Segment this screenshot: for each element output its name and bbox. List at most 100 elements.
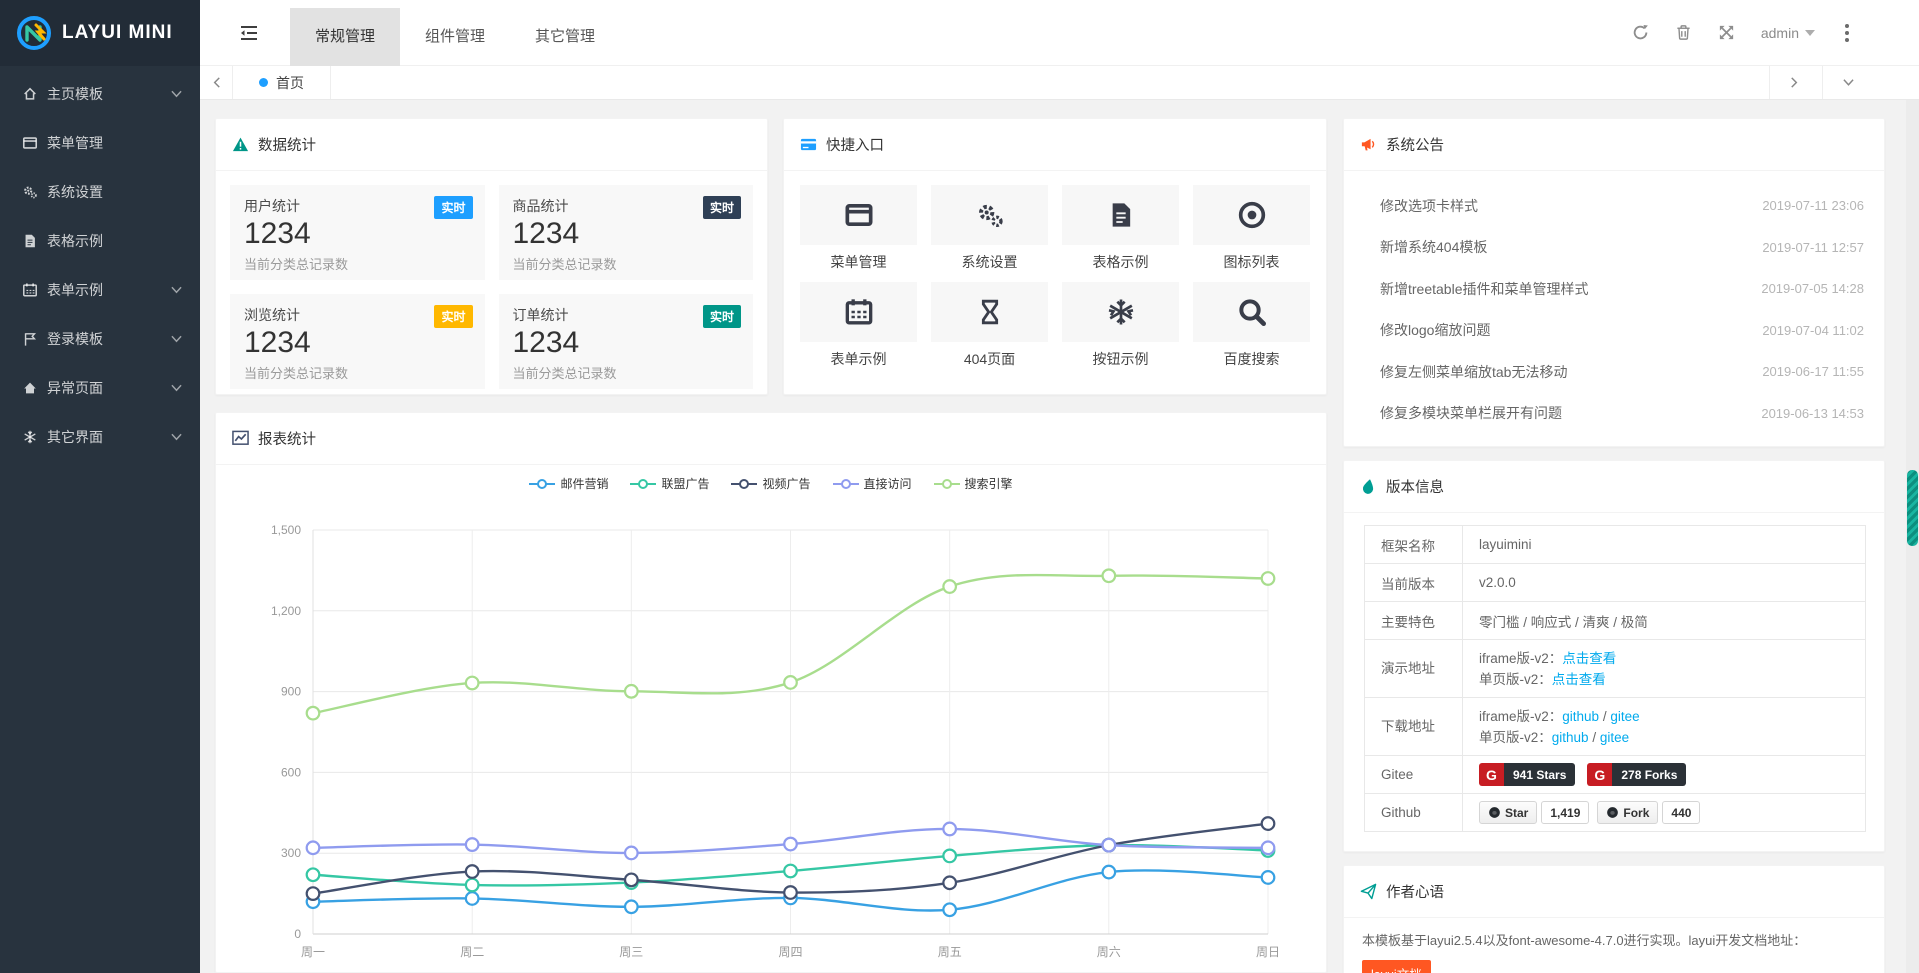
download-gitee-link[interactable]: gitee [1610, 709, 1639, 724]
chevron-right-icon [1789, 77, 1800, 88]
quick-entry-button-demo[interactable]: 按钮示例 [1062, 282, 1179, 369]
version-row-value: 零门槛 / 响应式 / 清爽 / 极简 [1463, 602, 1866, 640]
notice-text: 修复左侧菜单缩放tab无法移动 [1380, 362, 1762, 382]
gitee-forks-badge[interactable]: G278 Forks [1587, 763, 1686, 786]
panel-title: 数据统计 [258, 134, 316, 155]
stat-desc: 当前分类总记录数 [513, 363, 740, 382]
notice-item[interactable]: 修改logo缩放问题 2019-07-04 11:02 [1344, 310, 1884, 352]
nav-tab-other[interactable]: 其它管理 [510, 8, 620, 66]
legend-marker-icon [833, 478, 859, 490]
megaphone-icon [1360, 136, 1377, 153]
more-menu-icon[interactable] [1841, 20, 1853, 46]
gitee-stars-badge[interactable]: G941 Stars [1479, 763, 1575, 786]
sidebar-item-menu-manage[interactable]: 菜单管理 [0, 118, 200, 167]
quick-entry-form-demo[interactable]: 表单示例 [800, 282, 917, 369]
svg-text:周二: 周二 [460, 945, 484, 959]
svg-text:300: 300 [281, 846, 301, 860]
quick-entry-label: 表格示例 [1093, 252, 1149, 272]
version-row-label: 演示地址 [1365, 640, 1463, 698]
legend-item[interactable]: 邮件营销 [529, 475, 608, 492]
sidebar-item-label: 系统设置 [47, 182, 103, 202]
github-fork-button[interactable]: Fork [1597, 801, 1658, 824]
home-icon [22, 86, 38, 102]
notice-date: 2019-07-11 12:57 [1762, 240, 1864, 255]
notice-text: 修复多模块菜单栏展开有问题 [1380, 403, 1761, 423]
quick-entry-icon-list[interactable]: 图标列表 [1193, 185, 1310, 272]
panel-report-chart: 报表统计 邮件营销联盟广告视频广告直接访问搜索引擎 03006009001,20… [215, 412, 1327, 973]
sidebar-item-error-pages[interactable]: 异常页面 [0, 363, 200, 412]
demo-link-iframe[interactable]: 点击查看 [1562, 651, 1616, 666]
chevron-down-icon [171, 90, 182, 98]
tabs-scroll-right-button[interactable] [1769, 66, 1819, 99]
panel-title: 作者心语 [1386, 881, 1444, 902]
layui-doc-button[interactable]: layui文档 [1362, 960, 1431, 973]
refresh-icon[interactable] [1632, 24, 1649, 41]
github-star-button[interactable]: Star [1479, 801, 1537, 824]
tabs-menu-button[interactable] [1822, 66, 1874, 99]
window-icon [22, 135, 38, 151]
svg-text:900: 900 [281, 685, 301, 699]
collapse-menu-icon[interactable] [240, 25, 258, 41]
svg-text:1,200: 1,200 [271, 604, 301, 618]
quick-entry-menu-manage[interactable]: 菜单管理 [800, 185, 917, 272]
sidebar-item-table-demo[interactable]: 表格示例 [0, 216, 200, 265]
github-fork-count[interactable]: 440 [1662, 801, 1700, 824]
panel-data-stats: 数据统计 用户统计 1234 当前分类总记录数 实时 商品统计 1234 当前分… [215, 118, 768, 395]
github-star-count[interactable]: 1,419 [1541, 801, 1589, 824]
scrollbar-track[interactable] [1906, 100, 1919, 973]
scrollbar-thumb[interactable] [1907, 470, 1918, 546]
version-row-label: 当前版本 [1365, 564, 1463, 602]
panel-notice-header: 系统公告 [1344, 119, 1884, 171]
legend-item[interactable]: 搜索引擎 [934, 475, 1013, 492]
quick-entry-baidu-search[interactable]: 百度搜索 [1193, 282, 1310, 369]
panel-title: 版本信息 [1386, 476, 1444, 497]
quick-entry-system-settings[interactable]: 系统设置 [931, 185, 1048, 272]
legend-item[interactable]: 直接访问 [833, 475, 912, 492]
sidebar-item-other-ui[interactable]: 其它界面 [0, 412, 200, 461]
fullscreen-icon[interactable] [1718, 24, 1735, 41]
legend-label: 联盟广告 [661, 475, 709, 492]
download-github-link[interactable]: github [1552, 730, 1589, 745]
legend-marker-icon [731, 478, 757, 490]
chart-legend: 邮件营销 联盟广告 视频广告 直接访问 搜索引擎 [216, 475, 1326, 492]
trash-icon[interactable] [1675, 24, 1692, 41]
notice-date: 2019-06-17 11:55 [1762, 364, 1864, 379]
tab-home[interactable]: 首页 [233, 66, 331, 99]
demo-link-spa[interactable]: 点击查看 [1552, 672, 1606, 687]
svg-text:周三: 周三 [619, 945, 643, 959]
legend-item[interactable]: 视频广告 [731, 475, 810, 492]
svg-text:周五: 周五 [938, 945, 962, 959]
nav-tab-components[interactable]: 组件管理 [400, 8, 510, 66]
legend-item[interactable]: 联盟广告 [630, 475, 709, 492]
notice-item[interactable]: 修复多模块菜单栏展开有问题 2019-06-13 14:53 [1344, 393, 1884, 435]
chevron-down-icon [1843, 77, 1854, 88]
caret-down-icon [1805, 30, 1815, 36]
sidebar-item-system-settings[interactable]: 系统设置 [0, 167, 200, 216]
download-github-link[interactable]: github [1562, 709, 1599, 724]
dot-circle-icon [1237, 200, 1267, 230]
quick-entry-table-demo[interactable]: 表格示例 [1062, 185, 1179, 272]
user-menu[interactable]: admin [1761, 25, 1815, 41]
stat-desc: 当前分类总记录数 [244, 363, 471, 382]
notice-item[interactable]: 新增系统404模板 2019-07-11 12:57 [1344, 227, 1884, 269]
notice-item[interactable]: 修复左侧菜单缩放tab无法移动 2019-06-17 11:55 [1344, 351, 1884, 393]
sidebar-item-form-demo[interactable]: 表单示例 [0, 265, 200, 314]
quick-entry-404-page[interactable]: 404页面 [931, 282, 1048, 369]
nav-tab-general[interactable]: 常规管理 [290, 8, 400, 66]
chevron-down-icon [171, 384, 182, 392]
snowflake-icon [22, 429, 38, 445]
version-row-label: Gitee [1365, 756, 1463, 794]
active-tab-dot [259, 78, 268, 87]
sidebar-item-home-template[interactable]: 主页模板 [0, 69, 200, 118]
author-body: 本模板基于layui2.5.4以及font-awesome-4.7.0进行实现。… [1344, 918, 1884, 973]
logo[interactable]: LAYUI MINI [0, 0, 200, 66]
sidebar-item-login-template[interactable]: 登录模板 [0, 314, 200, 363]
stat-cards: 用户统计 1234 当前分类总记录数 实时 商品统计 1234 当前分类总记录数… [216, 171, 767, 403]
tabs-scroll-left-button[interactable] [200, 66, 233, 99]
notice-item[interactable]: 新增treetable插件和菜单管理样式 2019-07-05 14:28 [1344, 268, 1884, 310]
download-gitee-link[interactable]: gitee [1600, 730, 1629, 745]
version-row-value: iframe版-v2：github / gitee 单页版-v2：github … [1463, 698, 1866, 756]
notice-item[interactable]: 修改选项卡样式 2019-07-11 23:06 [1344, 185, 1884, 227]
chevron-down-icon [171, 433, 182, 441]
version-row-label: Github [1365, 794, 1463, 832]
